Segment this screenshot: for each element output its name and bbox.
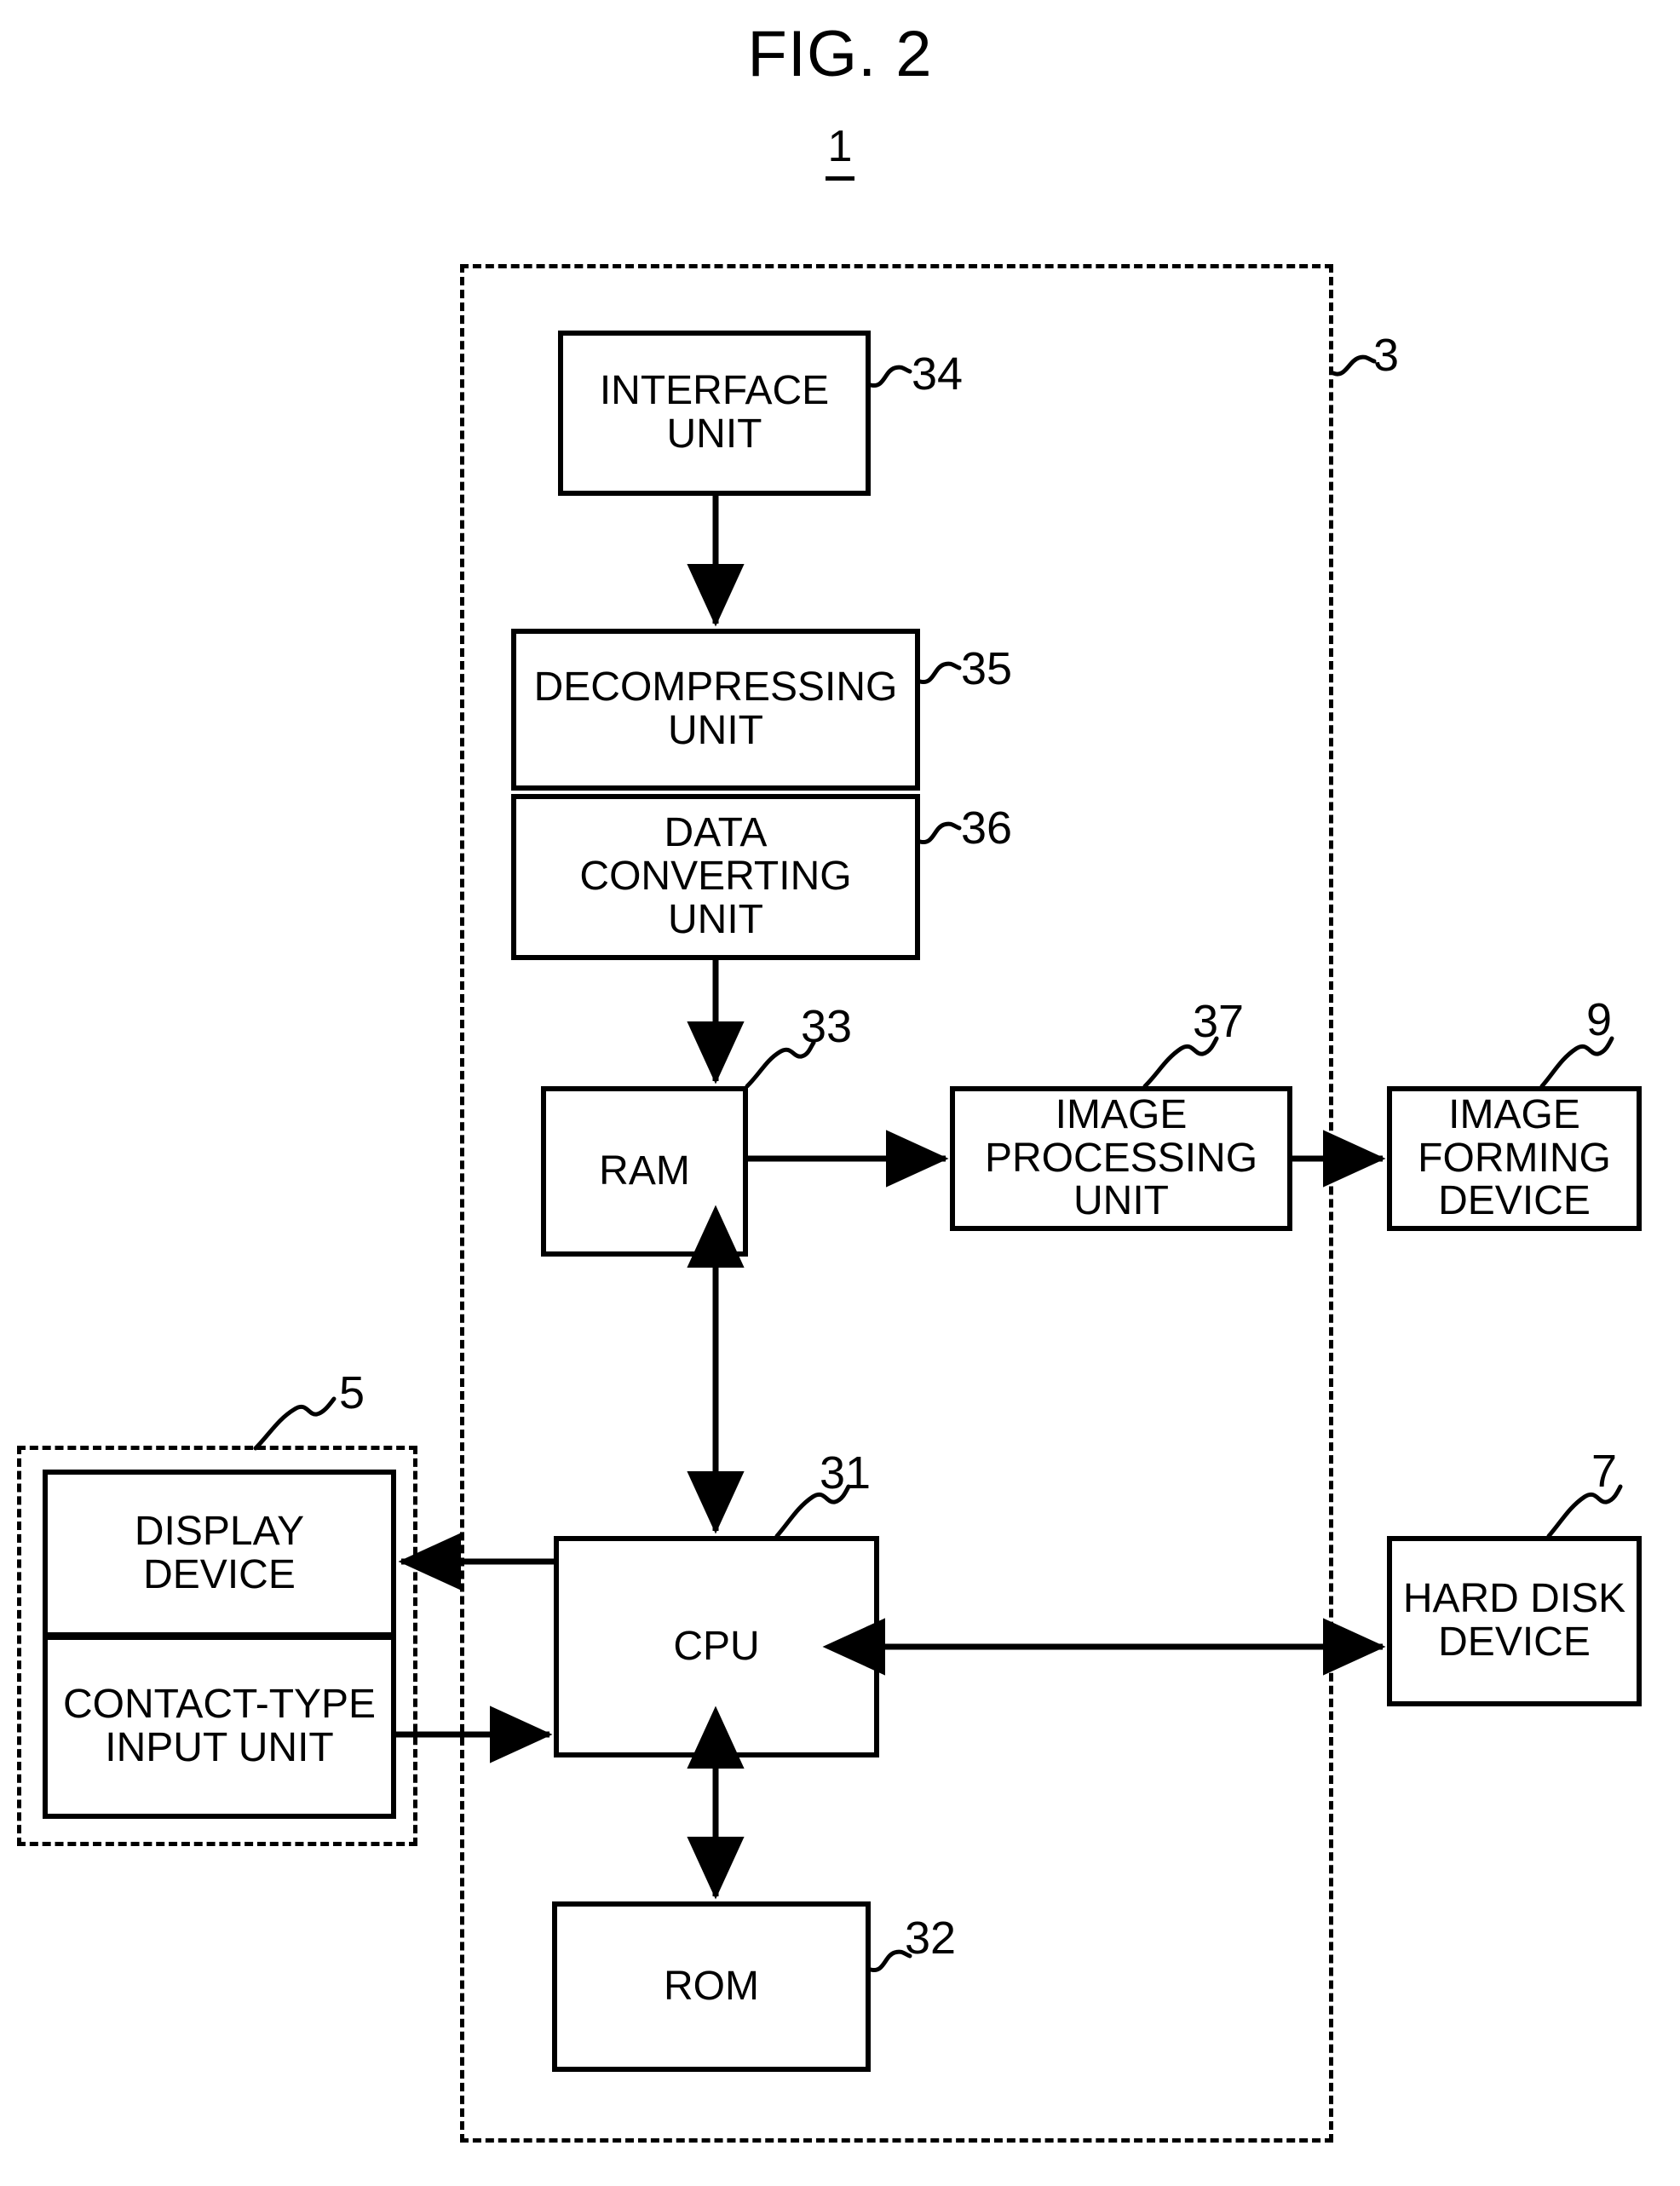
ref-numeral-5: 5: [339, 1367, 365, 1418]
rom-block[interactable]: ROM: [552, 1901, 871, 2072]
hard-disk-device-block[interactable]: HARD DISK DEVICE: [1387, 1536, 1642, 1706]
ref-numeral-35: 35: [961, 643, 1013, 694]
ram-block[interactable]: RAM: [541, 1086, 748, 1257]
data-converting-unit-label: DATA CONVERTING UNIT: [579, 810, 852, 942]
hard-disk-device-label: HARD DISK DEVICE: [1402, 1576, 1626, 1665]
leader-ref-9: [1539, 1036, 1614, 1089]
ref-numeral-34: 34: [912, 348, 964, 400]
leader-ref-5: [253, 1396, 337, 1451]
rom-label: ROM: [664, 1963, 759, 2009]
decompressing-unit-label: DECOMPRESSING UNIT: [533, 664, 898, 753]
ref-numeral-3: 3: [1373, 330, 1400, 381]
ref-numeral-7: 7: [1591, 1446, 1618, 1497]
contact-type-input-unit-block[interactable]: CONTACT-TYPE INPUT UNIT: [43, 1635, 396, 1819]
ref-numeral-37: 37: [1193, 996, 1245, 1047]
image-forming-device-block[interactable]: IMAGE FORMING DEVICE: [1387, 1086, 1642, 1231]
ref-numeral-36: 36: [961, 802, 1013, 854]
contact-type-input-unit-label: CONTACT-TYPE INPUT UNIT: [62, 1682, 377, 1770]
ref-numeral-31: 31: [820, 1447, 872, 1499]
leader-ref-3: [1331, 354, 1377, 377]
cpu-block[interactable]: CPU: [554, 1536, 879, 1757]
figure-title: FIG. 2: [747, 18, 933, 90]
image-forming-device-label: IMAGE FORMING DEVICE: [1418, 1091, 1611, 1224]
decompressing-unit-block[interactable]: DECOMPRESSING UNIT: [511, 629, 920, 791]
ref-numeral-33: 33: [801, 1001, 853, 1052]
display-device-label: DISPLAY DEVICE: [134, 1508, 305, 1597]
display-device-block[interactable]: DISPLAY DEVICE: [43, 1470, 396, 1637]
system-reference-numeral: 1: [0, 122, 1680, 181]
data-converting-unit-block[interactable]: DATA CONVERTING UNIT: [511, 794, 920, 960]
image-processing-unit-label: IMAGE PROCESSING UNIT: [984, 1091, 1258, 1224]
interface-unit-label: INTERFACE UNIT: [599, 368, 830, 457]
image-processing-unit-block[interactable]: IMAGE PROCESSING UNIT: [950, 1086, 1292, 1231]
ref-numeral-32: 32: [905, 1913, 957, 1964]
ram-label: RAM: [599, 1148, 690, 1194]
figure-canvas: FIG. 2 1 INTERFACE UNIT DECOMPRESSING UN…: [0, 0, 1680, 2186]
ref-numeral-9: 9: [1586, 994, 1613, 1045]
system-reference-value: 1: [825, 122, 855, 181]
interface-unit-block[interactable]: INTERFACE UNIT: [558, 331, 871, 496]
cpu-label: CPU: [673, 1623, 760, 1669]
